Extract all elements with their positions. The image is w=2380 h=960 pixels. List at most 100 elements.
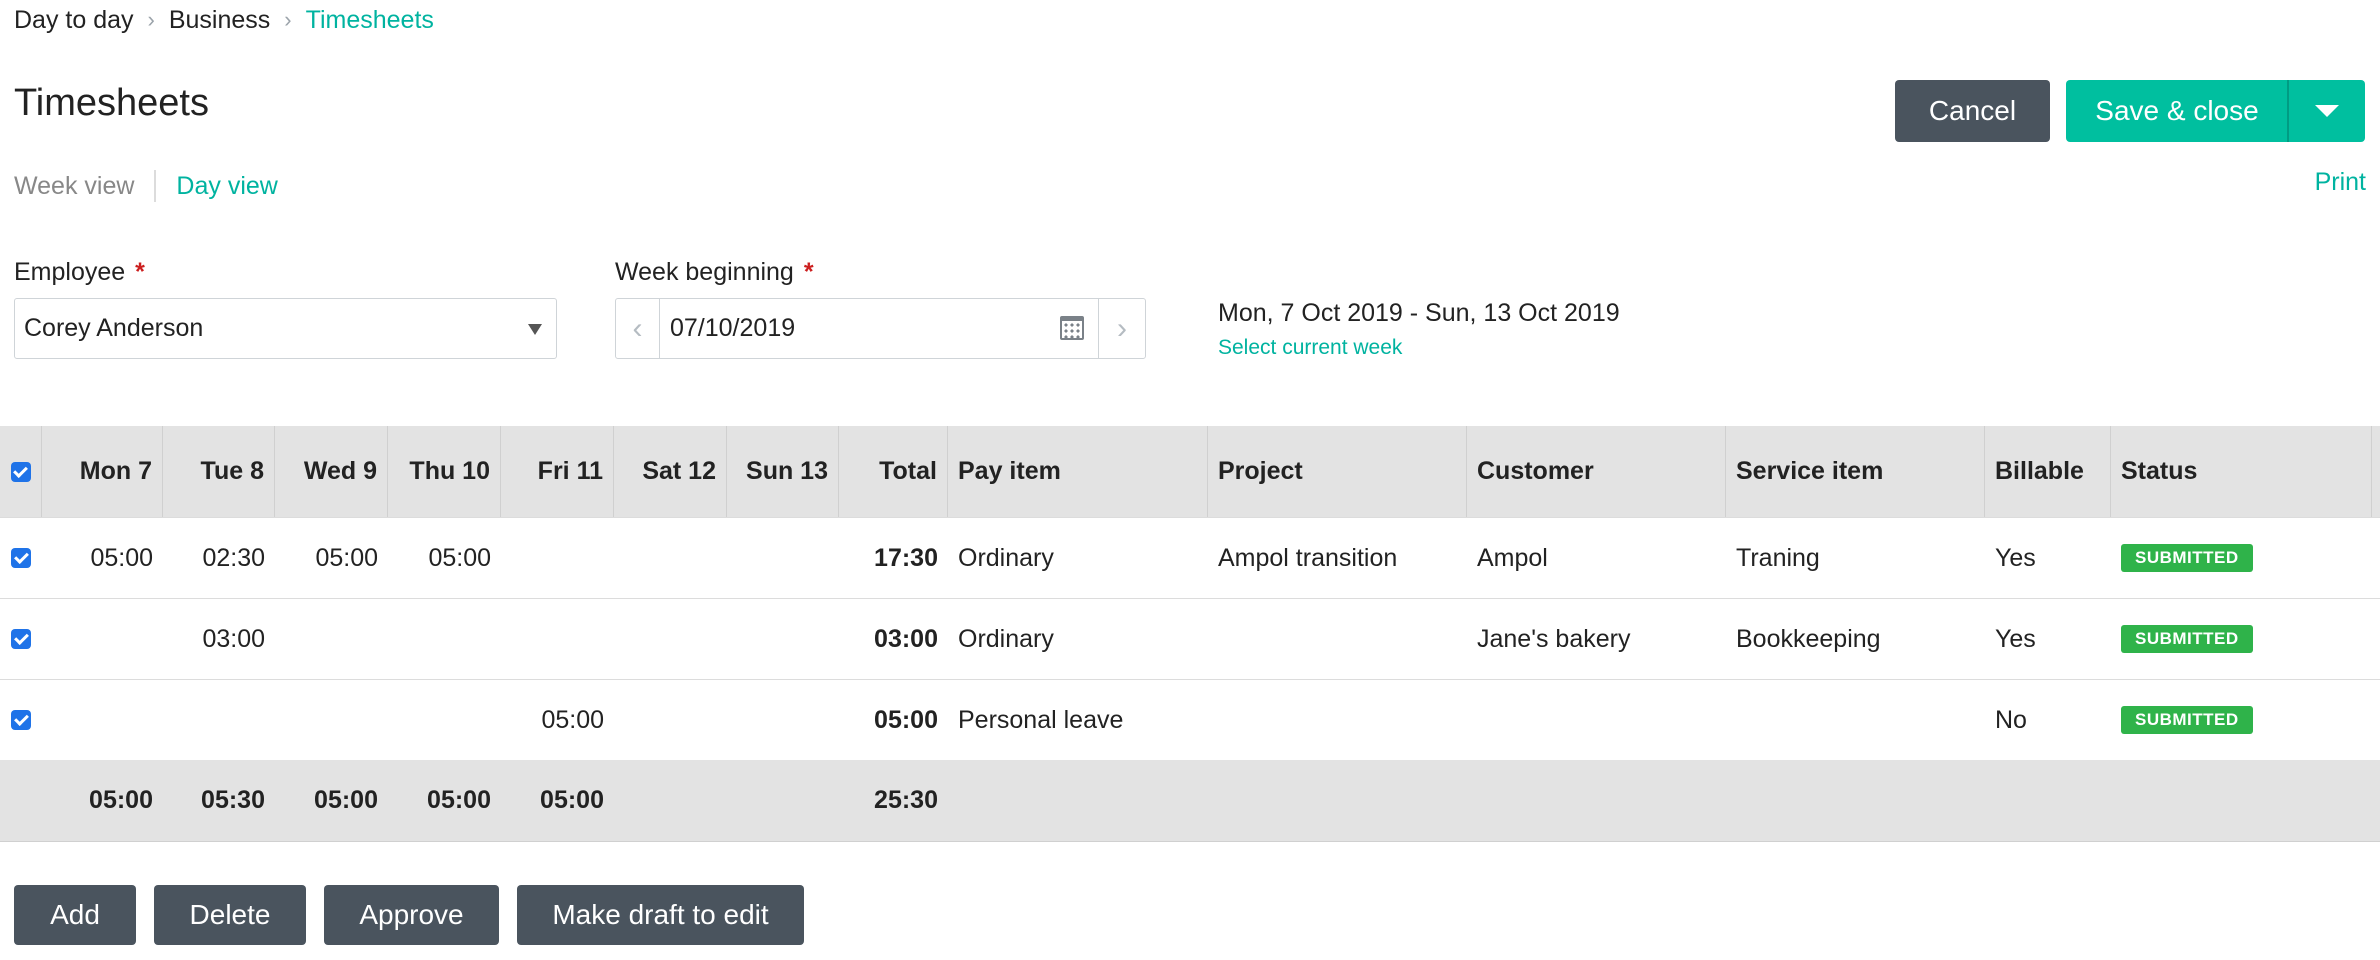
required-mark: * xyxy=(135,258,145,286)
select-current-week-link[interactable]: Select current week xyxy=(1218,336,1402,360)
week-beginning-input[interactable]: 07/10/2019 xyxy=(660,299,1098,358)
chevron-right-icon: › xyxy=(284,7,292,32)
add-button[interactable]: Add xyxy=(14,885,136,945)
total-mon: 05:00 xyxy=(89,786,153,814)
cell-thu[interactable] xyxy=(388,680,501,760)
calendar-icon[interactable] xyxy=(1060,316,1084,340)
cell-wed[interactable] xyxy=(275,599,388,679)
cell-thu[interactable]: 05:00 xyxy=(388,518,501,598)
view-tabs: Week view Day view xyxy=(14,168,278,204)
cell-status: SUBMITTED xyxy=(2111,680,2372,760)
cell-sun[interactable] xyxy=(727,599,839,679)
cell-fri[interactable] xyxy=(501,518,614,598)
cell-billable[interactable]: No xyxy=(1985,680,2111,760)
cell-thu[interactable] xyxy=(388,599,501,679)
cell-wed[interactable] xyxy=(275,680,388,760)
cell-project[interactable] xyxy=(1208,680,1467,760)
table-header-row: Mon 7 Tue 8 Wed 9 Thu 10 Fri 11 Sat 12 S… xyxy=(0,426,2380,518)
week-beginning-picker: ‹ 07/10/2019 › xyxy=(615,298,1146,359)
cell-sat[interactable] xyxy=(614,599,727,679)
col-header-mon: Mon 7 xyxy=(42,426,163,517)
row-checkbox-cell xyxy=(0,599,42,679)
cell-pay-item[interactable]: Personal leave xyxy=(948,680,1208,760)
chevron-right-icon: › xyxy=(147,7,155,32)
make-draft-button[interactable]: Make draft to edit xyxy=(517,885,804,945)
row-checkbox[interactable] xyxy=(11,629,31,649)
breadcrumb-timesheets: Timesheets xyxy=(305,5,434,34)
col-header-billable: Billable xyxy=(1985,426,2111,517)
col-header-status: Status xyxy=(2111,426,2372,517)
cell-service-item[interactable]: Bookkeeping xyxy=(1726,599,1985,679)
employee-label: Employee * xyxy=(14,258,145,287)
cell-fri[interactable]: 05:00 xyxy=(501,680,614,760)
week-beginning-label: Week beginning * xyxy=(615,258,814,287)
tab-day-view[interactable]: Day view xyxy=(176,172,277,201)
cell-sun[interactable] xyxy=(727,518,839,598)
col-header-sun: Sun 13 xyxy=(727,426,839,517)
cell-status: SUBMITTED xyxy=(2111,599,2372,679)
cell-customer[interactable] xyxy=(1467,680,1726,760)
col-header-customer: Customer xyxy=(1467,426,1726,517)
table-row[interactable]: 05:00 02:30 05:00 05:00 17:30 Ordinary A… xyxy=(0,518,2380,599)
col-header-project: Project xyxy=(1208,426,1467,517)
delete-button[interactable]: Delete xyxy=(154,885,306,945)
col-header-sat: Sat 12 xyxy=(614,426,727,517)
breadcrumb-business[interactable]: Business xyxy=(169,6,270,35)
cell-project[interactable] xyxy=(1208,599,1467,679)
total-thu: 05:00 xyxy=(427,786,491,814)
status-badge: SUBMITTED xyxy=(2121,625,2253,653)
cell-sat[interactable] xyxy=(614,518,727,598)
cell-mon[interactable] xyxy=(42,599,163,679)
row-checkbox-cell xyxy=(0,680,42,760)
cell-project[interactable]: Ampol transition xyxy=(1208,518,1467,598)
row-checkbox-cell xyxy=(0,518,42,598)
total-wed: 05:00 xyxy=(314,786,378,814)
table-row[interactable]: 05:00 05:00 Personal leave No SUBMITTED xyxy=(0,680,2380,761)
cell-billable[interactable]: Yes xyxy=(1985,518,2111,598)
total-fri: 05:00 xyxy=(540,786,604,814)
col-header-fri: Fri 11 xyxy=(501,426,614,517)
cell-tue[interactable]: 03:00 xyxy=(163,599,275,679)
chevron-right-icon[interactable]: › xyxy=(1098,299,1145,358)
caret-down-icon xyxy=(528,324,542,335)
cell-fri[interactable] xyxy=(501,599,614,679)
employee-select[interactable]: Corey Anderson xyxy=(14,298,557,359)
cell-total: 03:00 xyxy=(874,624,938,653)
cell-wed[interactable]: 05:00 xyxy=(275,518,388,598)
col-header-pay-item: Pay item xyxy=(948,426,1208,517)
cell-mon[interactable]: 05:00 xyxy=(42,518,163,598)
select-all-checkbox[interactable] xyxy=(10,461,31,482)
breadcrumb-day-to-day[interactable]: Day to day xyxy=(14,6,134,35)
cell-sun[interactable] xyxy=(727,680,839,760)
week-range-text: Mon, 7 Oct 2019 - Sun, 13 Oct 2019 xyxy=(1218,299,1620,327)
cancel-button[interactable]: Cancel xyxy=(1895,80,2050,142)
print-link[interactable]: Print xyxy=(2315,168,2366,197)
row-checkbox[interactable] xyxy=(11,710,31,730)
cell-tue[interactable]: 02:30 xyxy=(163,518,275,598)
cell-customer[interactable]: Jane's bakery xyxy=(1467,599,1726,679)
cell-sat[interactable] xyxy=(614,680,727,760)
cell-tue[interactable] xyxy=(163,680,275,760)
total-tue: 05:30 xyxy=(201,786,265,814)
row-checkbox[interactable] xyxy=(11,548,31,568)
approve-button[interactable]: Approve xyxy=(324,885,499,945)
cell-billable[interactable]: Yes xyxy=(1985,599,2111,679)
tab-week-view[interactable]: Week view xyxy=(14,172,134,201)
week-beginning-label-text: Week beginning xyxy=(615,258,794,286)
cell-service-item[interactable] xyxy=(1726,680,1985,760)
caret-down-icon xyxy=(2315,105,2339,117)
chevron-left-icon[interactable]: ‹ xyxy=(616,299,660,358)
week-beginning-value: 07/10/2019 xyxy=(670,314,796,342)
cell-mon[interactable] xyxy=(42,680,163,760)
cell-total: 17:30 xyxy=(874,543,938,572)
save-close-button[interactable]: Save & close xyxy=(2066,80,2288,142)
employee-label-text: Employee xyxy=(14,258,126,286)
cell-customer[interactable]: Ampol xyxy=(1467,518,1726,598)
save-options-dropdown[interactable] xyxy=(2289,80,2365,142)
table-row[interactable]: 03:00 03:00 Ordinary Jane's bakery Bookk… xyxy=(0,599,2380,680)
cell-service-item[interactable]: Traning xyxy=(1726,518,1985,598)
cell-pay-item[interactable]: Ordinary xyxy=(948,599,1208,679)
cell-pay-item[interactable]: Ordinary xyxy=(948,518,1208,598)
col-header-tue: Tue 8 xyxy=(163,426,275,517)
status-badge: SUBMITTED xyxy=(2121,706,2253,734)
